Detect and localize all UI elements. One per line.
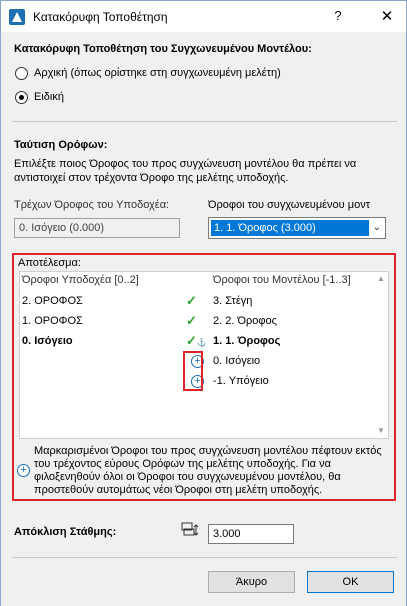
ok-button[interactable]: OK — [307, 571, 394, 593]
level-offset-label: Απόκλιση Στάθμης: — [14, 526, 117, 538]
merged-story-select[interactable]: 1. 1. Όροφος (3.000) ⌄ — [208, 217, 386, 239]
story-matching-description-2: αντιστοιχεί στον τρέχοντα Όροφο της μελέ… — [14, 172, 289, 184]
story-matching-description-1: Επιλέξτε ποιος Όροφος του προς συγχώνευσ… — [14, 158, 357, 170]
host-story-field: 0. Ισόγειο (0.000) — [14, 218, 180, 238]
scroll-down-icon[interactable]: ▼ — [377, 426, 385, 435]
table-row-model: 2. 2. Όροφος — [213, 315, 277, 327]
radio-original-label[interactable]: Αρχική (όπως ορίστηκε στη συγχωνευμένη μ… — [34, 67, 281, 79]
dialog-window: Κατακόρυφη Τοποθέτηση ? ✕ Κατακόρυφη Τοπ… — [0, 0, 407, 606]
result-scrollbar[interactable]: ▲ ▼ — [375, 272, 388, 438]
column-header-model: Όροφοι του Μοντέλου [-1..3] — [213, 274, 351, 286]
title-bar: Κατακόρυφη Τοποθέτηση ? ✕ — [1, 1, 406, 32]
plus-circle-icon: + — [17, 464, 30, 477]
check-icon: ✓ — [186, 313, 197, 328]
table-row-model: 0. Ισόγειο — [213, 355, 261, 367]
table-row-host: 0. Ισόγειο — [22, 335, 73, 347]
result-highlight-frame: Αποτέλεσμα: Όροφοι Υποδοχέα [0..2] Όροφο… — [12, 253, 396, 501]
table-row-host: 1. ΟΡΟΦΟΣ — [22, 315, 83, 327]
section-divider — [12, 121, 397, 122]
table-row-host: 2. ΟΡΟΦΟΣ — [22, 295, 83, 307]
host-story-label: Τρέχων Όροφος του Υποδοχέα: — [14, 199, 170, 211]
close-button[interactable]: ✕ — [377, 7, 397, 27]
level-offset-icon — [181, 522, 199, 536]
chevron-down-icon[interactable]: ⌄ — [373, 222, 381, 233]
story-matching-heading: Ταύτιση Ορόφων: — [14, 139, 108, 151]
new-stories-highlight-box — [183, 351, 203, 391]
table-row-model: -1. Υπόγειο — [213, 375, 269, 387]
merged-story-label: Όροφοι του συγχωνευμένου μοντ — [208, 199, 371, 211]
table-row-model: 3. Στέγη — [213, 295, 253, 307]
radio-custom[interactable] — [15, 91, 28, 104]
scroll-up-icon[interactable]: ▲ — [377, 274, 385, 283]
check-anchor-icon: ✓⚓ — [186, 333, 207, 348]
window-title: Κατακόρυφη Τοποθέτηση — [33, 10, 168, 24]
footer-divider — [12, 557, 397, 558]
archicad-app-icon — [9, 9, 25, 25]
dialog-content: Κατακόρυφη Τοποθέτηση του Συγχωνευμένου … — [1, 32, 406, 606]
radio-custom-label[interactable]: Ειδική — [34, 91, 64, 103]
radio-original[interactable] — [15, 67, 28, 80]
result-label: Αποτέλεσμα: — [18, 257, 81, 269]
check-icon: ✓ — [186, 293, 197, 308]
new-stories-note: Μαρκαρισμένοι Όροφοι του προς συγχώνευση… — [34, 445, 382, 496]
table-row-model: 1. 1. Όροφος — [213, 335, 281, 347]
result-list: Όροφοι Υποδοχέα [0..2] Όροφοι του Μοντέλ… — [19, 271, 389, 439]
help-button[interactable]: ? — [328, 8, 348, 26]
cancel-button[interactable]: Άκυρο — [208, 571, 295, 593]
merged-story-selected: 1. 1. Όροφος (3.000) — [211, 220, 369, 236]
column-header-host: Όροφοι Υποδοχέα [0..2] — [22, 274, 139, 286]
level-offset-input[interactable]: 3.000 — [208, 524, 294, 544]
vertical-placement-heading: Κατακόρυφη Τοποθέτηση του Συγχωνευμένου … — [14, 43, 312, 55]
